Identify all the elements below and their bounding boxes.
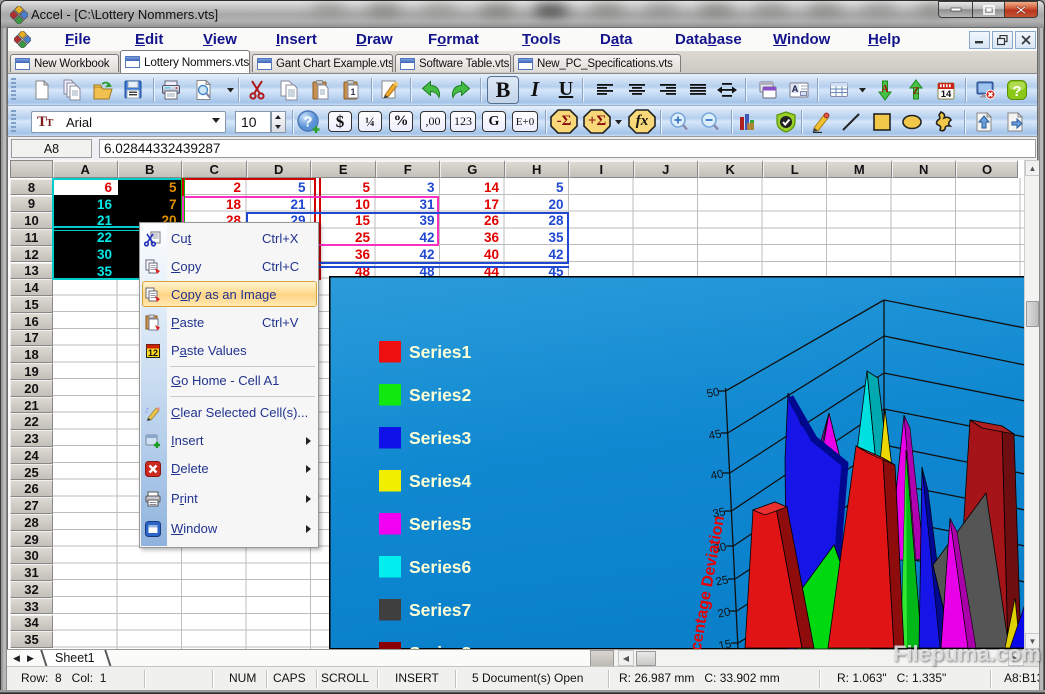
svg-text:Series7: Series7 (409, 600, 471, 620)
svg-text:1: 1 (350, 87, 355, 97)
svg-text:?: ? (303, 114, 312, 131)
svg-text:Series5: Series5 (409, 514, 472, 534)
svg-text:Series3: Series3 (409, 428, 472, 448)
svg-text:Series1: Series1 (409, 342, 472, 362)
svg-text:12: 12 (148, 348, 158, 358)
svg-text:14: 14 (941, 89, 952, 100)
svg-text:15: 15 (718, 638, 733, 649)
svg-text:A: A (881, 84, 889, 95)
svg-text:Series8: Series8 (409, 643, 472, 649)
svg-text:?: ? (1012, 83, 1021, 100)
svg-text:Series6: Series6 (409, 557, 472, 577)
svg-text:A: A (792, 84, 799, 94)
svg-text:Z: Z (913, 86, 920, 97)
svg-text:Series4: Series4 (409, 471, 472, 491)
svg-text:Series2: Series2 (409, 385, 472, 405)
